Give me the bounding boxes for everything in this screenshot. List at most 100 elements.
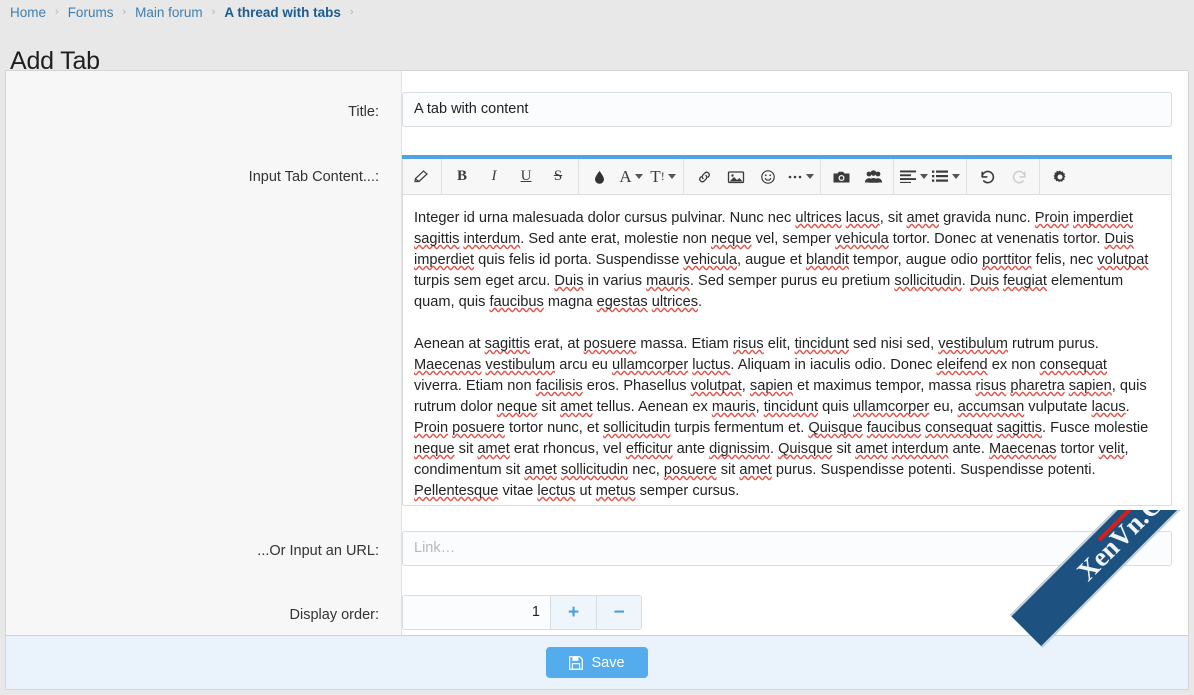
misspelled-word: mauris (711, 399, 756, 415)
bold-button[interactable]: B (448, 163, 476, 191)
form-footer: Save (6, 635, 1188, 689)
italic-button[interactable]: I (480, 163, 508, 191)
misspelled-word: ultrices (795, 210, 842, 226)
editor-content-area[interactable]: Integer id urna malesuada dolor cursus p… (403, 195, 1171, 505)
underline-button[interactable]: U (512, 163, 540, 191)
misspelled-word: lectus (537, 483, 576, 499)
misspelled-word: Maecenas (989, 441, 1057, 457)
camera-button[interactable] (827, 163, 855, 191)
breadcrumb-item-main-forum[interactable]: Main forum (135, 5, 203, 20)
misspelled-word: Quisque (808, 420, 863, 436)
misspelled-word: posuere (583, 336, 637, 352)
misspelled-word: accumsan (957, 399, 1025, 415)
increment-button[interactable]: + (550, 595, 596, 630)
misspelled-word: lacus (845, 210, 880, 226)
toolbar-divider (893, 158, 894, 195)
toolbar-divider (578, 158, 579, 195)
form-row-editor: Input Tab Content...: B I U S A T ! Inte… (6, 127, 1188, 506)
list-button[interactable] (932, 163, 960, 191)
misspelled-word: interdum (463, 231, 521, 247)
gear-icon (1052, 169, 1068, 185)
misspelled-word: sapien (1068, 378, 1112, 394)
form-row-display-order: Display order: 1 + − (6, 566, 1188, 630)
breadcrumb-item-forums[interactable]: Forums (68, 5, 114, 20)
misspelled-word: Duis (1104, 231, 1134, 247)
align-button[interactable] (900, 163, 928, 191)
title-input[interactable]: A tab with content (402, 92, 1172, 127)
title-field-wrap: A tab with content (402, 92, 1188, 127)
redo-icon (1011, 169, 1028, 185)
editor-field-wrap: B I U S A T ! Integer id urna malesuada … (402, 155, 1188, 506)
chevron-down-icon (805, 174, 814, 179)
misspelled-word: posuere (663, 462, 717, 478)
more-options-button[interactable] (786, 163, 814, 191)
misspelled-word: imperdiet (1072, 210, 1133, 226)
camera-icon (832, 169, 851, 185)
emoji-button[interactable] (754, 163, 782, 191)
misspelled-word: vehicula (835, 231, 889, 247)
image-icon (727, 169, 745, 185)
breadcrumb-item-thread[interactable]: A thread with tabs (224, 5, 341, 20)
misspelled-word: Duis (969, 273, 1000, 289)
display-order-input[interactable]: 1 (402, 595, 550, 630)
breadcrumb-item-home[interactable]: Home (10, 5, 46, 20)
misspelled-word: neque (496, 399, 538, 415)
misspelled-word: consequat (925, 420, 993, 436)
misspelled-word: amet (560, 399, 593, 415)
decrement-button[interactable]: − (596, 595, 642, 630)
misspelled-word: luctus (692, 357, 731, 373)
redo-button[interactable] (1005, 163, 1033, 191)
misspelled-word: Proin (1034, 210, 1069, 226)
misspelled-word: sapien (749, 378, 793, 394)
misspelled-word: tincidunt (794, 336, 849, 352)
misspelled-word: vestibulum (938, 336, 1008, 352)
misspelled-word: dignissim (709, 441, 770, 457)
mention-users-button[interactable] (859, 163, 887, 191)
breadcrumb-separator-icon: › (211, 6, 216, 18)
misspelled-word: metus (595, 483, 636, 499)
font-family-button[interactable]: A (617, 163, 645, 191)
insert-image-button[interactable] (722, 163, 750, 191)
misspelled-word: sagittis (996, 420, 1043, 436)
save-button[interactable]: Save (546, 647, 648, 678)
misspelled-word: faucibus (489, 294, 544, 310)
misspelled-word: amet (524, 462, 557, 478)
toolbar-divider (966, 158, 967, 195)
breadcrumb-separator-icon: › (122, 6, 127, 18)
users-icon (864, 169, 883, 185)
misspelled-word: interdum (891, 441, 949, 457)
chevron-down-icon (634, 174, 643, 179)
undo-button[interactable] (973, 163, 1001, 191)
eraser-icon (413, 169, 429, 185)
misspelled-word: velit (1098, 441, 1125, 457)
misspelled-word: pharetra (1010, 378, 1065, 394)
remove-formatting-icon[interactable] (407, 163, 435, 191)
misspelled-word: feugiat (1003, 273, 1047, 289)
quantity-stepper: 1 + − (402, 595, 642, 630)
misspelled-word: volutpat (1097, 252, 1149, 268)
misspelled-word: Pellentesque (414, 483, 499, 499)
align-left-icon (900, 170, 917, 183)
link-icon (696, 169, 713, 185)
misspelled-word: Duis (554, 273, 584, 289)
misspelled-word: vestibulum (485, 357, 556, 373)
toolbar-divider (1039, 158, 1040, 195)
toolbar-divider (683, 158, 684, 195)
misspelled-word: ultrices (651, 294, 698, 310)
editor-settings-button[interactable] (1046, 163, 1074, 191)
misspelled-word: Proin (414, 420, 449, 436)
smiley-icon (760, 169, 776, 185)
insert-link-button[interactable] (690, 163, 718, 191)
display-order-field-wrap: 1 + − (402, 595, 1188, 630)
strikethrough-button[interactable]: S (544, 163, 572, 191)
url-input[interactable]: Link… (402, 531, 1172, 566)
title-label: Title: (348, 104, 379, 120)
text-color-button[interactable] (585, 163, 613, 191)
breadcrumb: Home › Forums › Main forum › A thread wi… (0, 0, 1194, 24)
form-body: Title: A tab with content Input Tab Cont… (6, 71, 1188, 637)
editor-toolbar: B I U S A T ! (403, 158, 1171, 195)
misspelled-word: eleifend (936, 357, 988, 373)
url-label: ...Or Input an URL: (257, 543, 379, 559)
misspelled-word: sagittis (484, 336, 531, 352)
font-size-button[interactable]: T! (649, 163, 677, 191)
